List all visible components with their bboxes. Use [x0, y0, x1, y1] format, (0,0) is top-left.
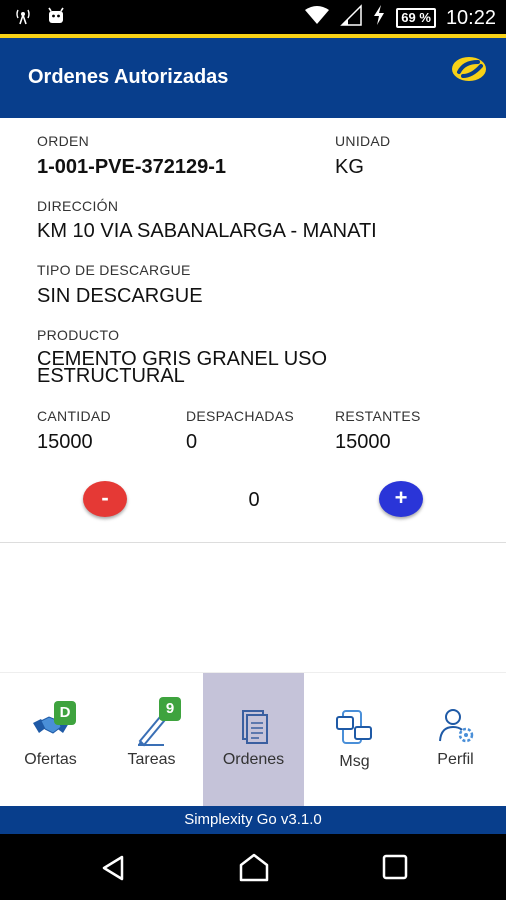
charging-icon: [372, 4, 386, 32]
descargue-value: SIN DESCARGUE: [37, 285, 203, 307]
clock: 10:22: [445, 6, 496, 29]
home-icon[interactable]: [238, 852, 270, 887]
radio-tower-icon: [14, 7, 32, 30]
producto-value: CEMENTO GRIS GRANEL USO ESTRUCTURAL: [37, 348, 328, 387]
tab-label: Ofertas: [24, 751, 77, 768]
descargue-label: TIPO DE DESCARGUE: [37, 262, 191, 278]
ofertas-badge: D: [54, 701, 76, 725]
tab-ofertas[interactable]: D Ofertas: [0, 673, 101, 807]
tab-msg[interactable]: Msg: [304, 673, 405, 807]
tab-tareas[interactable]: 9 Tareas: [101, 673, 202, 807]
direccion-value: KM 10 VIA SABANALARGA - MANATI: [37, 220, 377, 242]
unidad-label: UNIDAD: [335, 133, 391, 149]
unidad-value: KG: [335, 156, 364, 178]
back-icon[interactable]: [100, 854, 126, 887]
restantes-value: 15000: [335, 431, 391, 453]
tab-label: Perfil: [437, 751, 474, 768]
tab-ordenes[interactable]: Ordenes: [203, 673, 304, 807]
restantes-label: RESTANTES: [335, 408, 421, 424]
wifi-icon: [304, 5, 330, 31]
direccion-label: DIRECCIÓN: [37, 198, 119, 214]
order-card: ORDEN 1-001-PVE-372129-1 UNIDAD KG DIREC…: [0, 118, 506, 543]
orden-value: 1-001-PVE-372129-1: [37, 156, 227, 178]
system-navigation-bar: [0, 834, 506, 900]
cantidad-value: 15000: [37, 431, 93, 453]
tab-label: Ordenes: [222, 751, 285, 768]
tab-label: Tareas: [127, 751, 176, 768]
recents-icon[interactable]: [382, 854, 408, 885]
tab-perfil[interactable]: Perfil: [405, 673, 506, 807]
status-bar: 69 % 10:22: [0, 0, 506, 34]
tareas-badge: 9: [159, 697, 181, 721]
decrement-button[interactable]: -: [83, 481, 127, 517]
bottom-navigation: D Ofertas 9 Tareas Ordenes Msg Perfil: [0, 672, 506, 807]
battery-icon: 69 %: [396, 8, 436, 28]
despachadas-label: DESPACHADAS: [186, 408, 295, 424]
despachadas-value: 0: [186, 431, 198, 453]
page-title: Ordenes Autorizadas: [28, 66, 229, 88]
brand-logo-icon: [450, 54, 488, 89]
app-bar: Ordenes Autorizadas: [0, 38, 506, 118]
profile-settings-icon: [437, 707, 475, 748]
producto-label: PRODUCTO: [37, 327, 120, 343]
android-icon: [46, 6, 66, 31]
orden-label: ORDEN: [37, 133, 90, 149]
quantity-counter: 0: [248, 489, 260, 511]
version-footer: Simplexity Go v3.1.0: [0, 806, 506, 834]
cell-signal-icon: [340, 4, 363, 32]
tab-label: Msg: [339, 753, 370, 770]
orders-document-icon: [237, 707, 271, 750]
messages-icon: [335, 707, 375, 752]
increment-button[interactable]: +: [379, 481, 423, 517]
cantidad-label: CANTIDAD: [37, 408, 111, 424]
